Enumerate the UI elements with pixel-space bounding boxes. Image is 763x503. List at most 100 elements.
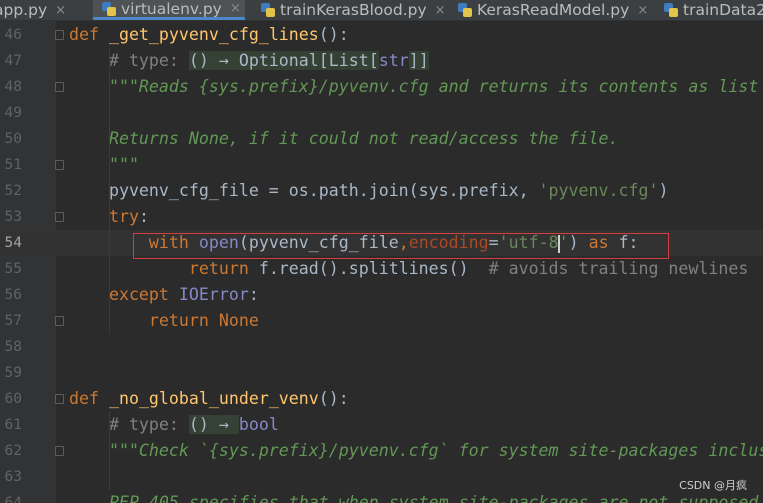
code-text: pyvenv_cfg_file = os.path.join(sys.prefi… [69, 178, 668, 204]
code-token: except [69, 285, 179, 304]
code-line[interactable]: 64 PEP 405 specifies that when system si… [0, 490, 763, 503]
code-token: return [69, 259, 259, 278]
code-token: ) [658, 181, 669, 200]
code-line[interactable]: 47 # type: () → Optional[List[str]] [0, 48, 763, 74]
code-line[interactable]: 51 """ [0, 152, 763, 178]
code-token: _get_pyvenv_cfg_lines [108, 25, 319, 44]
code-line[interactable]: 63 [0, 464, 763, 490]
line-number: 50 [4, 131, 22, 147]
code-text: Returns None, if it could not read/acces… [69, 126, 619, 152]
code-token: try [69, 207, 139, 226]
close-icon[interactable]: × [637, 3, 648, 18]
tab-virtualenv-py[interactable]: virtualenv.py × [93, 0, 245, 20]
tab-traindata2[interactable]: trainData2 [655, 0, 763, 20]
code-token: f.read().splitlines() [258, 259, 489, 278]
fold-marker-icon[interactable] [55, 446, 64, 456]
tab-label: virtualenv.py [121, 0, 222, 18]
editor-tab-bar: app.py × virtualenv.py × trainKerasBlood.py ×… [0, 0, 763, 21]
code-line[interactable]: 55 return f.read().splitlines() # avoids… [0, 256, 763, 282]
code-token: _no_global_under_venv [108, 389, 319, 408]
line-number: 63 [4, 469, 22, 485]
code-token: def [69, 25, 109, 44]
python-file-icon [260, 2, 276, 18]
line-number: 46 [4, 27, 22, 43]
code-token: str [378, 51, 409, 70]
close-icon[interactable]: × [55, 3, 66, 18]
code-token: (): [318, 25, 349, 44]
line-number: 56 [4, 287, 22, 303]
python-file-icon [663, 2, 679, 18]
annotation-highlight-box [133, 233, 669, 259]
tab-trainkerasblood-py[interactable]: trainKerasBlood.py × [252, 0, 450, 20]
code-text: """Check `{sys.prefix}/pyvenv.cfg` for s… [69, 438, 763, 464]
code-editor[interactable]: 46 def _get_pyvenv_cfg_lines(): 47 # type:… [0, 21, 763, 503]
line-number: 52 [4, 183, 22, 199]
code-line[interactable]: 58 [0, 334, 763, 360]
fold-marker-icon[interactable] [55, 316, 64, 326]
indent-guide [109, 48, 110, 334]
line-number: 59 [4, 365, 22, 381]
code-line[interactable]: 59 [0, 360, 763, 386]
code-text: return None [69, 308, 259, 334]
line-number: 62 [4, 443, 22, 459]
fold-marker-icon[interactable] [55, 160, 64, 170]
code-line[interactable]: 52 pyvenv_cfg_file = os.path.join(sys.pr… [0, 178, 763, 204]
tab-label: app.py [0, 1, 48, 19]
code-token: bool [238, 415, 279, 434]
code-line[interactable]: 50 Returns None, if it could not read/ac… [0, 126, 763, 152]
tab-label: trainData2 [683, 1, 763, 19]
line-number: 61 [4, 417, 22, 433]
code-text: """ [69, 152, 139, 178]
line-number: 57 [4, 313, 22, 329]
fold-marker-icon[interactable] [55, 212, 64, 222]
fold-marker-icon[interactable] [55, 30, 64, 40]
code-token: """ [69, 155, 139, 174]
line-number: 58 [4, 339, 22, 355]
code-token: return None [69, 311, 259, 330]
code-token: # avoids trailing newlines [488, 259, 749, 278]
code-line[interactable]: 46 def _get_pyvenv_cfg_lines(): [0, 22, 763, 48]
line-number: 54 [4, 235, 22, 251]
tab-label: trainKerasBlood.py [280, 1, 427, 19]
line-number: 49 [4, 105, 22, 121]
code-token: """Reads {sys.prefix}/pyvenv.cfg and ret… [69, 77, 759, 96]
code-line[interactable]: 48 """Reads {sys.prefix}/pyvenv.cfg and … [0, 74, 763, 100]
code-token: : [248, 285, 259, 304]
code-text: PEP 405 specifies that when system site-… [69, 490, 758, 503]
fold-marker-icon[interactable] [55, 394, 64, 404]
code-token: (): [318, 389, 349, 408]
code-token: () → [188, 415, 239, 434]
code-text: """Reads {sys.prefix}/pyvenv.cfg and ret… [69, 74, 758, 100]
code-text: except IOError: [69, 282, 259, 308]
indent-guide [109, 412, 110, 490]
close-icon[interactable]: × [435, 3, 446, 18]
code-line[interactable]: 62 """Check `{sys.prefix}/pyvenv.cfg` fo… [0, 438, 763, 464]
line-number: 47 [4, 53, 22, 69]
tab-kerasreadmodel-py[interactable]: KerasReadModel.py × [449, 0, 657, 20]
line-number: 51 [4, 157, 22, 173]
code-line[interactable]: 61 # type: () → bool [0, 412, 763, 438]
code-line[interactable]: 56 except IOError: [0, 282, 763, 308]
tab-app-py[interactable]: app.py × [0, 0, 84, 20]
watermark: CSDN @月疯 [679, 479, 747, 492]
code-line[interactable]: 53 try: [0, 204, 763, 230]
code-token: pyvenv_cfg_file = os.path.join(sys.prefi… [69, 181, 539, 200]
code-token: """Check `{sys.prefix}/pyvenv.cfg` for s… [69, 441, 763, 460]
code-text: def _get_pyvenv_cfg_lines(): [69, 22, 349, 48]
line-number: 64 [4, 495, 22, 503]
fold-marker-icon[interactable] [55, 82, 64, 92]
code-token: 'pyvenv.cfg' [538, 181, 659, 200]
code-token: IOError [178, 285, 249, 304]
close-icon[interactable]: × [230, 1, 241, 16]
python-file-icon [101, 1, 117, 17]
code-token: Returns None, if it could not read/acces… [69, 129, 619, 148]
line-number: 55 [4, 261, 22, 277]
code-line[interactable]: 57 return None [0, 308, 763, 334]
line-number: 53 [4, 209, 22, 225]
code-line[interactable]: 60 def _no_global_under_venv(): [0, 386, 763, 412]
tab-label: KerasReadModel.py [477, 1, 630, 19]
code-line[interactable]: 49 [0, 100, 763, 126]
code-token: PEP 405 specifies that when system site-… [69, 493, 759, 503]
code-token: : [138, 207, 149, 226]
code-text: # type: () → Optional[List[str]] [69, 48, 429, 74]
